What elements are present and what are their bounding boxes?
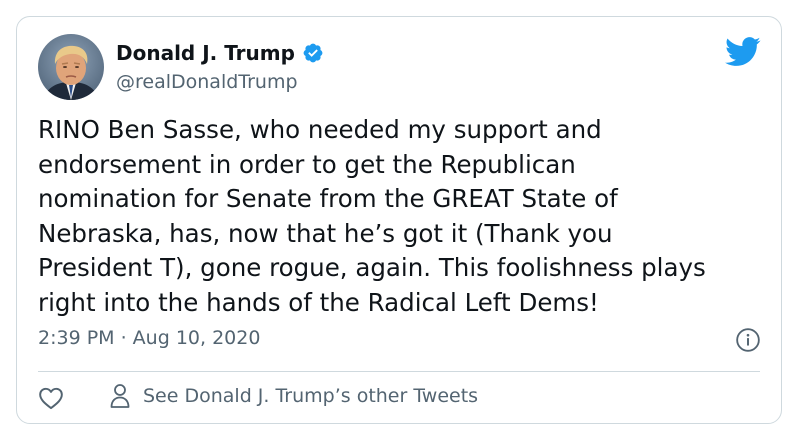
author-name-row[interactable]: Donald J. Trump [116, 41, 324, 65]
divider [38, 371, 760, 372]
author-handle[interactable]: @realDonaldTrump [116, 71, 298, 93]
tweet-timestamp[interactable]: 2:39 PM · Aug 10, 2020 [38, 327, 260, 349]
heart-icon[interactable] [38, 386, 64, 410]
twitter-bird-icon[interactable] [725, 37, 761, 67]
tweet-card: Donald J. Trump @realDonaldTrump RINO Be… [16, 16, 782, 424]
see-other-tweets-label[interactable]: See Donald J. Trump’s other Tweets [143, 385, 478, 407]
tweet-text-line: nomination for Senate from the GREAT Sta… [38, 184, 618, 213]
tweet-text-line: RINO Ben Sasse, who needed my support an… [38, 115, 602, 144]
person-icon [109, 383, 131, 409]
verified-badge-icon [302, 42, 324, 64]
tweet-text: RINO Ben Sasse, who needed my support an… [38, 113, 768, 320]
tweet-text-line: President T), gone rogue, again. This fo… [38, 253, 706, 282]
author-display-name[interactable]: Donald J. Trump [116, 41, 295, 65]
tweet-text-line: right into the hands of the Radical Left… [38, 287, 599, 317]
see-other-tweets-link[interactable]: See Donald J. Trump’s other Tweets [109, 383, 478, 409]
tweet-text-line: Nebraska, has, now that he’s got it (Tha… [38, 218, 613, 248]
info-icon[interactable] [735, 327, 761, 353]
avatar[interactable] [38, 34, 104, 100]
avatar-image [38, 34, 104, 100]
tweet-text-line: endorsement in order to get the Republic… [38, 149, 576, 179]
